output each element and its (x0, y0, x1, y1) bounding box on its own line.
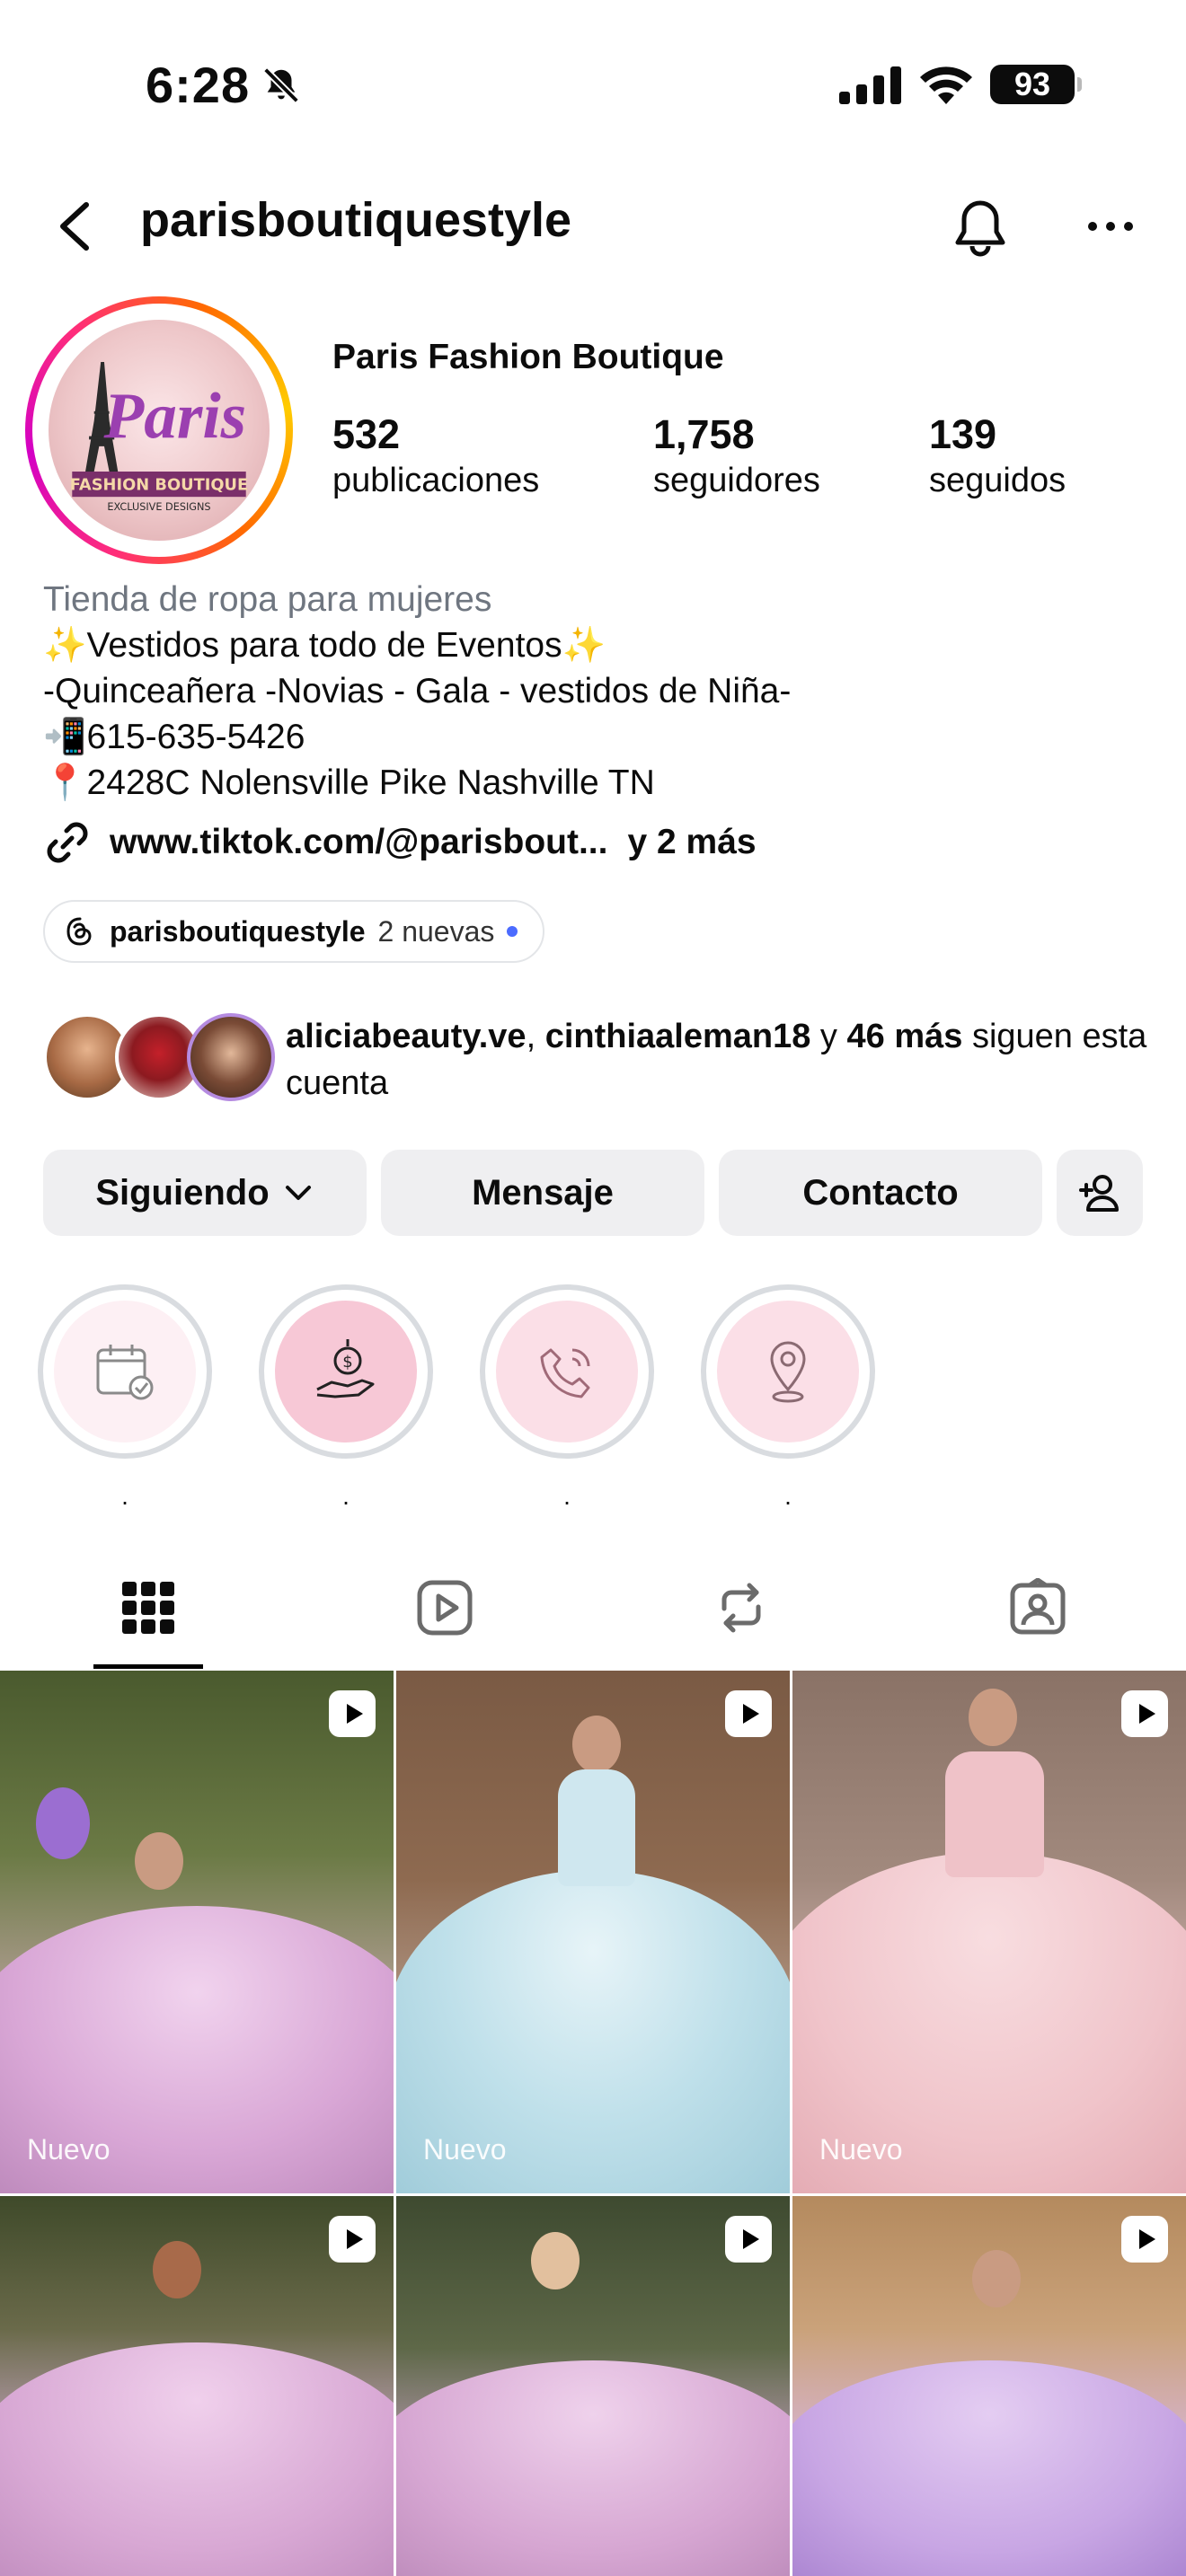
bio-line: -Quinceañera -Novias - Gala - vestidos d… (43, 672, 792, 710)
stat-posts-value: 532 (332, 411, 401, 457)
followed-by-and: y (810, 1018, 847, 1055)
post-new-badge: Nuevo (819, 2133, 903, 2166)
paris-boutique-logo: Paris FASHION BOUTIQUE EXCLUSIVE DESIGNS (70, 361, 248, 513)
post-thumbnail[interactable] (792, 2196, 1186, 2576)
reels-indicator-icon (725, 2216, 772, 2263)
bio-address[interactable]: 📍2428C Nolensville Pike Nashville TN (43, 760, 1157, 806)
repost-icon (721, 1583, 761, 1633)
follower-user-2[interactable]: cinthiaaleman18 (545, 1018, 811, 1055)
link-more[interactable]: y 2 más (627, 823, 756, 862)
profile-link[interactable]: www.tiktok.com/@parisbout... y 2 más (43, 817, 757, 868)
followed-by-count[interactable]: 46 más (847, 1018, 963, 1055)
stat-followers-value: 1,758 (653, 411, 755, 457)
threads-username: parisboutiquestyle (110, 914, 366, 948)
tab-grid[interactable] (0, 1545, 296, 1671)
contact-button-label: Contacto (802, 1172, 959, 1213)
profile-bio: Tienda de ropa para mujeres ✨Vestidos pa… (43, 577, 1157, 806)
money-hand-icon: $ (316, 1339, 375, 1398)
suggest-people-button[interactable] (1057, 1150, 1143, 1236)
message-button[interactable]: Mensaje (381, 1150, 704, 1236)
reels-indicator-icon (725, 1690, 772, 1737)
reels-indicator-icon (1121, 2216, 1168, 2263)
wifi-icon (920, 66, 972, 104)
status-bar: 6:28 93 (0, 0, 1186, 171)
battery-icon: 93 (990, 65, 1082, 104)
tab-reels[interactable] (296, 1545, 593, 1671)
post-new-badge: Nuevo (27, 2133, 111, 2166)
bell-off-icon (263, 67, 299, 103)
stat-posts-label: publicaciones (332, 462, 540, 499)
highlight-label: . (121, 1482, 128, 1510)
followed-by-row[interactable]: aliciabeauty.ve, cinthiaaleman18 y 46 má… (43, 1006, 1157, 1105)
tab-reposts[interactable] (593, 1545, 890, 1671)
svg-text:FASHION BOUTIQUE: FASHION BOUTIQUE (70, 476, 248, 495)
link-url[interactable]: www.tiktok.com/@parisbout... (110, 823, 607, 862)
profile-avatar: Paris FASHION BOUTIQUE EXCLUSIVE DESIGNS (49, 320, 270, 541)
profile-content-tabs (0, 1545, 1186, 1671)
contact-button[interactable]: Contacto (719, 1150, 1042, 1236)
svg-text:Paris: Paris (103, 379, 247, 452)
post-new-badge: Nuevo (423, 2133, 507, 2166)
posts-grid: Nuevo Nuevo Nuevo (0, 1671, 1186, 2576)
post-thumbnail[interactable] (0, 2196, 394, 2576)
signal-icon (839, 66, 901, 104)
post-thumbnail[interactable] (396, 2196, 790, 2576)
highlight-label: . (784, 1482, 792, 1510)
reels-indicator-icon (329, 2216, 376, 2263)
highlight-label: . (342, 1482, 350, 1510)
bio-line: ✨Vestidos para todo de Eventos✨ (43, 626, 606, 665)
follower-avatar (187, 1013, 275, 1101)
threads-new-count: 2 nuevas (377, 914, 495, 948)
phone-icon (540, 1348, 590, 1398)
threads-icon (66, 917, 92, 946)
notification-bell-icon[interactable] (951, 196, 1010, 259)
active-tab-indicator (93, 1664, 203, 1669)
reels-indicator-icon (1121, 1690, 1168, 1737)
story-highlight[interactable] (38, 1284, 212, 1459)
back-arrow-icon[interactable] (52, 199, 97, 253)
stat-following-label: seguidos (929, 462, 1067, 499)
link-icon (47, 822, 88, 863)
profile-avatar-story-ring[interactable]: Paris FASHION BOUTIQUE EXCLUSIVE DESIGNS (25, 296, 293, 564)
svg-text:$: $ (342, 1353, 352, 1372)
story-highlight[interactable] (480, 1284, 654, 1459)
grid-icon (122, 1582, 174, 1634)
following-button-label: Siguiendo (95, 1172, 270, 1213)
post-thumbnail[interactable]: Nuevo (792, 1671, 1186, 2193)
stat-followers[interactable]: 1,758 seguidores (653, 411, 820, 500)
followed-by-text: aliciabeauty.ve, cinthiaaleman18 y 46 má… (286, 1013, 1184, 1107)
stat-posts[interactable]: 532 publicaciones (332, 411, 539, 500)
bio-phone[interactable]: 📲615-635-5426 (43, 714, 1157, 760)
tagged-person-icon (1010, 1578, 1066, 1635)
tab-tagged[interactable] (890, 1545, 1186, 1671)
threads-badge-chip[interactable]: parisboutiquestyle 2 nuevas (43, 900, 545, 963)
reels-indicator-icon (329, 1690, 376, 1737)
threads-unread-dot (507, 926, 518, 937)
message-button-label: Mensaje (472, 1172, 614, 1213)
follower-user-1[interactable]: aliciabeauty.ve (286, 1018, 527, 1055)
stat-following-value: 139 (929, 411, 997, 457)
post-thumbnail[interactable]: Nuevo (396, 1671, 790, 2193)
post-thumbnail[interactable]: Nuevo (0, 1671, 394, 2193)
followed-by-separator: , (526, 1018, 545, 1055)
stat-followers-label: seguidores (653, 462, 820, 499)
more-options-icon[interactable] (1084, 208, 1137, 244)
highlight-label: . (563, 1482, 571, 1510)
profile-display-name: Paris Fashion Boutique (332, 338, 724, 376)
add-person-icon (1079, 1175, 1119, 1212)
story-highlight[interactable] (701, 1284, 875, 1459)
stat-following[interactable]: 139 seguidos (929, 411, 1066, 500)
calendar-check-icon (96, 1345, 154, 1400)
location-pin-icon (770, 1341, 806, 1403)
profile-username-title: parisboutiquestyle (140, 193, 572, 247)
svg-text:EXCLUSIVE DESIGNS: EXCLUSIVE DESIGNS (107, 501, 210, 513)
story-highlight[interactable]: $ (259, 1284, 433, 1459)
reels-icon (417, 1580, 473, 1636)
status-time: 6:28 (146, 57, 251, 113)
bio-category: Tienda de ropa para mujeres (43, 580, 492, 619)
chevron-down-icon (285, 1186, 311, 1200)
following-button[interactable]: Siguiendo (43, 1150, 367, 1236)
